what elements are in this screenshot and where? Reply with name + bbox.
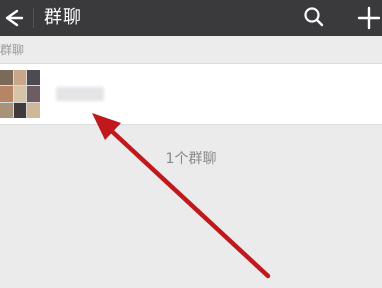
arrow-left-icon xyxy=(5,9,24,27)
header-divider xyxy=(33,8,34,28)
row-bottom-separator xyxy=(0,124,382,125)
add-button[interactable] xyxy=(354,0,382,36)
section-label: 群聊 xyxy=(0,43,25,57)
plus-icon xyxy=(357,6,381,30)
back-button[interactable] xyxy=(0,0,28,36)
top-bar: 群聊 xyxy=(0,0,382,36)
search-button[interactable] xyxy=(300,0,328,36)
section-header xyxy=(0,36,382,64)
group-avatar xyxy=(0,70,40,118)
group-name-blurred xyxy=(56,87,104,101)
group-chats-screen: 群聊 群聊 1个群聊 xyxy=(0,0,382,288)
group-list-item[interactable] xyxy=(0,64,382,124)
search-icon xyxy=(304,7,324,27)
page-title: 群聊 xyxy=(44,7,82,28)
group-count-label: 1个群聊 xyxy=(165,151,217,167)
